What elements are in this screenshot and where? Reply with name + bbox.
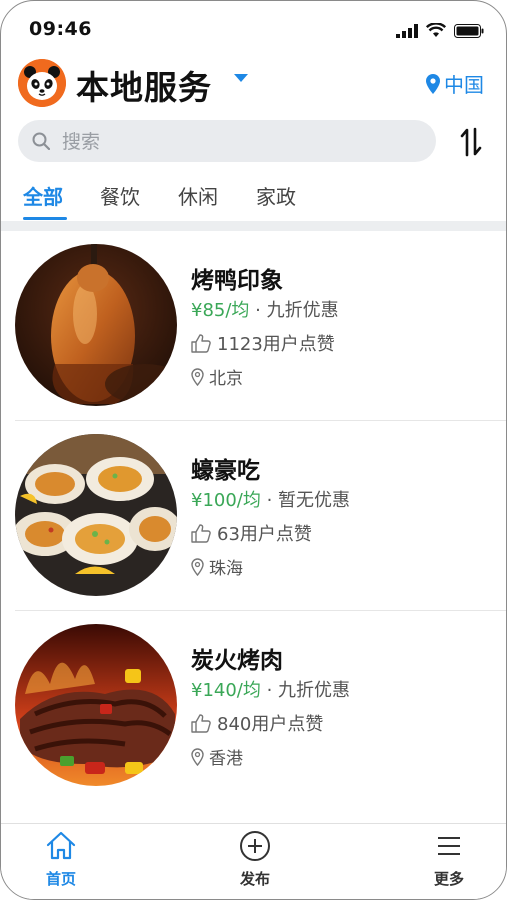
search-input[interactable]	[60, 126, 424, 158]
average-price: ¥100/均	[191, 490, 261, 511]
likes-row: 840用户点赞	[191, 710, 323, 736]
search-bar[interactable]	[18, 120, 436, 162]
status-time: 09:46	[29, 18, 92, 40]
list-item[interactable]: 烤鸭印象 ¥85/均 · 九折优惠 1123用户点赞 北京	[1, 231, 506, 421]
tab-leisure[interactable]: 休闲	[178, 181, 218, 210]
search-icon	[32, 132, 50, 150]
city-row: 北京	[191, 364, 243, 389]
shop-name: 蠔豪吃	[191, 458, 260, 484]
sort-icon[interactable]	[460, 127, 482, 157]
nav-more[interactable]: 更多	[419, 830, 479, 889]
thumbs-up-icon	[191, 523, 211, 543]
city-name: 香港	[209, 749, 243, 769]
price-separator: ·	[249, 300, 267, 321]
category-tabs: 全部 餐饮 休闲 家政	[1, 177, 506, 221]
nav-publish-label: 发布	[239, 870, 270, 888]
shop-name: 炭火烤肉	[191, 648, 283, 674]
city-row: 香港	[191, 744, 243, 769]
menu-icon	[438, 837, 460, 855]
location-label: 中国	[444, 73, 484, 97]
plus-circle-icon	[240, 831, 270, 861]
discount-text: 九折优惠	[278, 680, 351, 701]
home-icon	[46, 831, 76, 860]
nav-publish[interactable]: 发布	[225, 830, 285, 889]
city-name: 珠海	[209, 559, 243, 579]
tab-all[interactable]: 全部	[23, 181, 63, 210]
price-line: ¥100/均 · 暂无优惠	[191, 486, 350, 512]
status-icons	[396, 23, 484, 38]
phone-frame: 09:46 本地服务 中国 搜索 全部 餐饮 休闲 家政 烤鸭印象 ¥85/均 …	[0, 0, 507, 900]
likes-row: 1123用户点赞	[191, 330, 335, 356]
discount-text: 九折优惠	[266, 300, 339, 321]
location-pin-icon	[426, 73, 440, 94]
app-header: 本地服务 中国	[1, 57, 506, 109]
section-divider	[1, 221, 506, 231]
location-pin-icon	[191, 367, 204, 386]
shop-name: 烤鸭印象	[191, 268, 283, 294]
panda-logo-avatar[interactable]	[18, 59, 66, 107]
list-item[interactable]: 炭火烤肉 ¥140/均 · 九折优惠 840用户点赞 香港	[1, 611, 506, 801]
wifi-icon	[426, 23, 446, 37]
likes-count: 63用户点赞	[217, 524, 312, 545]
location-selector[interactable]: 中国	[426, 69, 484, 98]
battery-icon	[454, 23, 484, 38]
city-row: 珠海	[191, 554, 243, 579]
grilled-meat-image	[15, 624, 177, 786]
likes-count: 1123用户点赞	[217, 334, 335, 355]
active-tab-indicator	[23, 217, 67, 220]
chevron-down-icon[interactable]	[233, 73, 249, 83]
nav-more-label: 更多	[433, 870, 464, 888]
panda-icon	[18, 59, 66, 107]
bottom-nav: 首页 发布 更多	[1, 823, 506, 899]
price-line: ¥140/均 · 九折优惠	[191, 676, 350, 702]
cellular-signal-icon	[396, 23, 418, 38]
location-pin-icon	[191, 747, 204, 766]
tab-dining[interactable]: 餐饮	[100, 181, 140, 210]
average-price: ¥85/均	[191, 300, 250, 321]
page-title[interactable]: 本地服务	[76, 61, 212, 109]
status-bar: 09:46	[1, 1, 506, 51]
list-item[interactable]: 蠔豪吃 ¥100/均 · 暂无优惠 63用户点赞 珠海	[1, 421, 506, 611]
price-line: ¥85/均 · 九折优惠	[191, 296, 339, 322]
price-separator: ·	[260, 490, 279, 511]
city-name: 北京	[209, 369, 243, 389]
price-separator: ·	[260, 680, 279, 701]
discount-text: 暂无优惠	[278, 490, 351, 511]
thumbs-up-icon	[191, 713, 211, 733]
likes-row: 63用户点赞	[191, 520, 312, 546]
thumbs-up-icon	[191, 333, 211, 353]
average-price: ¥140/均	[191, 680, 261, 701]
location-pin-icon	[191, 557, 204, 576]
tab-housekeeping[interactable]: 家政	[256, 181, 296, 210]
oysters-image	[15, 434, 177, 596]
nav-home-label: 首页	[45, 870, 76, 888]
nav-home[interactable]: 首页	[31, 830, 91, 889]
roast-duck-image	[15, 244, 177, 406]
likes-count: 840用户点赞	[217, 714, 324, 735]
